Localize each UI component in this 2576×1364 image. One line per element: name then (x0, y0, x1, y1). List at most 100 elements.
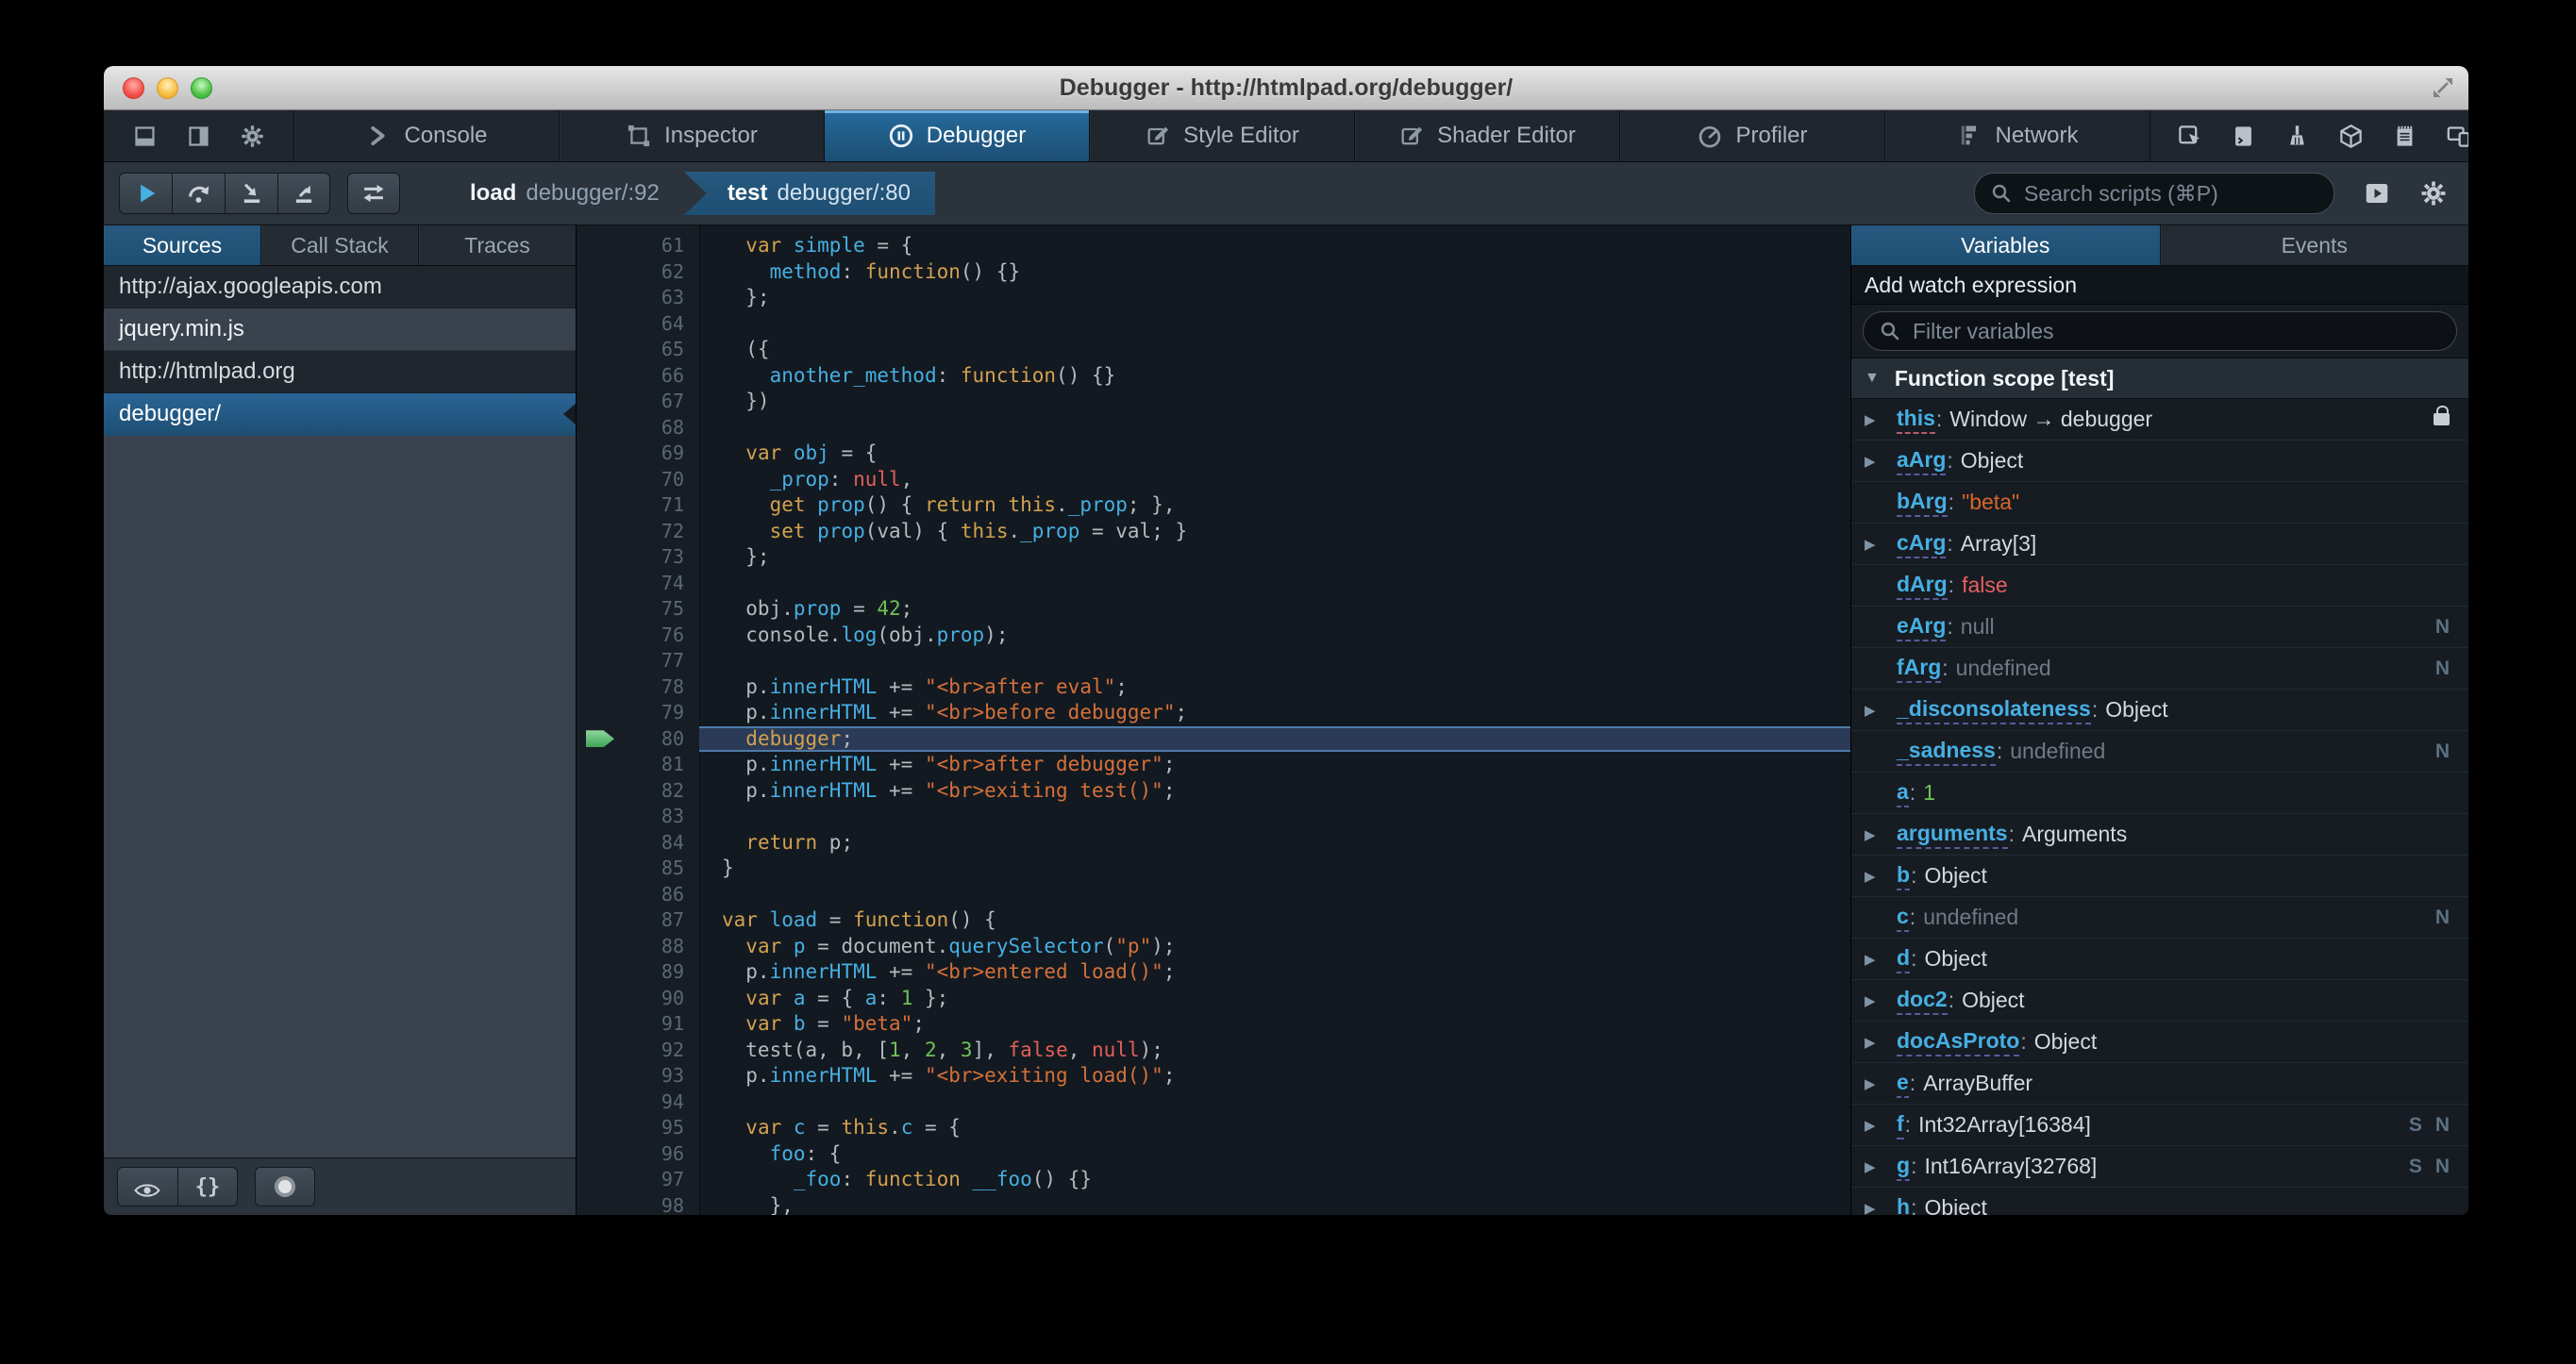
variable-value[interactable]: 1 (1923, 780, 1935, 806)
panel-tab-variables[interactable]: Variables (1851, 225, 2161, 265)
code-line-95[interactable]: 95 var c = this.c = { (577, 1115, 1850, 1141)
variable-name[interactable]: aArg (1897, 447, 1947, 475)
expand-arrow-icon[interactable]: ▶ (1865, 1117, 1897, 1134)
line-number[interactable]: 88 (577, 934, 699, 960)
code-line-82[interactable]: 82 p.innerHTML += "<br>exiting test()"; (577, 778, 1850, 805)
variable-value[interactable]: Arguments (2022, 822, 2127, 847)
line-number[interactable]: 81 (577, 752, 699, 778)
expand-arrow-icon[interactable]: ▶ (1865, 1034, 1897, 1051)
source-item[interactable]: debugger/ (104, 393, 576, 436)
tab-network[interactable]: Network (1885, 110, 2150, 161)
scope-header[interactable]: ▼ Function scope [test] (1851, 358, 2468, 399)
line-number[interactable]: 93 (577, 1063, 699, 1090)
tab-inspector[interactable]: Inspector (560, 110, 825, 161)
pause-on-exceptions-button[interactable] (255, 1167, 315, 1206)
line-number[interactable]: 76 (577, 623, 699, 649)
source-item[interactable]: http://ajax.googleapis.com (104, 266, 576, 308)
code-line-74[interactable]: 74 (577, 571, 1850, 597)
variable-value[interactable]: undefined (1923, 905, 2018, 930)
code-line-93[interactable]: 93 p.innerHTML += "<br>exiting load()"; (577, 1063, 1850, 1090)
variable-row[interactable]: fArg: undefined N (1851, 648, 2468, 690)
expand-arrow-icon[interactable]: ▶ (1865, 951, 1897, 968)
line-number[interactable]: 94 (577, 1090, 699, 1116)
variable-name[interactable]: dArg (1897, 572, 1948, 600)
split-console-icon[interactable] (2231, 124, 2256, 149)
variable-row[interactable]: ▶ docAsProto: Object (1851, 1022, 2468, 1063)
variable-value[interactable]: Object (2105, 697, 2167, 723)
expand-arrow-icon[interactable]: ▶ (1865, 1075, 1897, 1092)
variable-value[interactable]: Object (1924, 863, 1986, 889)
scratchpad-icon[interactable] (2392, 124, 2417, 149)
source-item[interactable]: jquery.min.js (104, 308, 576, 351)
line-number[interactable]: 91 (577, 1011, 699, 1038)
tab-style-editor[interactable]: Style Editor (1090, 110, 1355, 161)
variable-name[interactable]: this (1897, 406, 1935, 434)
variable-row[interactable]: ▶ d: Object (1851, 939, 2468, 980)
variable-row[interactable]: ▶ _disconsolateness: Object (1851, 690, 2468, 731)
toggle-panes-button[interactable] (2363, 179, 2391, 208)
tab-console[interactable]: Console (294, 110, 560, 161)
line-number[interactable]: 90 (577, 986, 699, 1012)
code-line-84[interactable]: 84 return p; (577, 830, 1850, 857)
variable-name[interactable]: cArg (1897, 530, 1947, 558)
tab-profiler[interactable]: Profiler (1620, 110, 1885, 161)
code-line-76[interactable]: 76 console.log(obj.prop); (577, 623, 1850, 649)
search-scripts-input[interactable] (2022, 179, 2333, 208)
variable-row[interactable]: ▶ f: Int32Array[16384] S N (1851, 1105, 2468, 1146)
line-number[interactable]: 87 (577, 907, 699, 934)
expand-arrow-icon[interactable]: ▶ (1865, 702, 1897, 719)
variable-row[interactable]: ▶ aArg: Object (1851, 441, 2468, 482)
code-line-86[interactable]: 86 (577, 882, 1850, 908)
line-number[interactable]: 79 (577, 700, 699, 726)
line-number[interactable]: 71 (577, 492, 699, 519)
expand-arrow-icon[interactable]: ▶ (1865, 536, 1897, 553)
variable-row[interactable]: bArg: "beta" (1851, 482, 2468, 524)
variable-row[interactable]: ▶ arguments: Arguments (1851, 814, 2468, 856)
line-number[interactable]: 70 (577, 467, 699, 493)
responsive-mode-icon[interactable] (2446, 124, 2468, 149)
line-number[interactable]: 66 (577, 363, 699, 390)
variable-name[interactable]: eArg (1897, 613, 1947, 641)
variable-row[interactable]: a:1 (1851, 773, 2468, 814)
variable-value[interactable]: Int32Array[16384] (1918, 1112, 2091, 1138)
line-number[interactable]: 75 (577, 596, 699, 623)
variable-name[interactable]: e (1897, 1070, 1909, 1098)
variable-row[interactable]: ▶ cArg: Array[3] (1851, 524, 2468, 565)
step-out-button[interactable] (277, 173, 330, 214)
line-number[interactable]: 61 (577, 233, 699, 259)
resize-grip-icon[interactable] (2429, 74, 2457, 102)
code-line-66[interactable]: 66 another_method: function() {} (577, 363, 1850, 390)
code-line-67[interactable]: 67 }) (577, 389, 1850, 415)
expand-arrow-icon[interactable]: ▶ (1865, 1200, 1897, 1216)
variable-value[interactable]: Object (1961, 448, 2023, 474)
variable-value[interactable]: Window → debugger (1949, 407, 2152, 432)
line-number[interactable]: 86 (577, 882, 699, 908)
expand-arrow-icon[interactable]: ▶ (1865, 453, 1897, 470)
step-over-button[interactable] (172, 173, 225, 214)
line-number[interactable]: 89 (577, 959, 699, 986)
line-number[interactable]: 97 (577, 1167, 699, 1193)
line-number[interactable]: 96 (577, 1141, 699, 1168)
code-line-87[interactable]: 87 var load = function() { (577, 907, 1850, 934)
expand-arrow-icon[interactable]: ▶ (1865, 826, 1897, 843)
variable-value[interactable]: Object (1962, 988, 2024, 1013)
expand-arrow-icon[interactable]: ▶ (1865, 411, 1897, 428)
step-in-button[interactable] (225, 173, 277, 214)
code-line-98[interactable]: 98 }, (577, 1193, 1850, 1216)
code-line-70[interactable]: 70 _prop: null, (577, 467, 1850, 493)
variable-value[interactable]: null (1961, 614, 1995, 640)
code-line-96[interactable]: 96 foo: { (577, 1141, 1850, 1168)
code-line-71[interactable]: 71 get prop() { return this._prop; }, (577, 492, 1850, 519)
variable-name[interactable]: _sadness (1897, 738, 1996, 766)
variable-row[interactable]: c: undefined N (1851, 897, 2468, 939)
code-line-64[interactable]: 64 (577, 311, 1850, 338)
expand-arrow-icon[interactable]: ▶ (1865, 992, 1897, 1009)
code-line-72[interactable]: 72 set prop(val) { this._prop = val; } (577, 519, 1850, 545)
variable-value[interactable]: undefined (1956, 656, 2051, 681)
dock-bottom-icon[interactable] (132, 124, 158, 149)
variable-value[interactable]: "beta" (1962, 490, 2019, 515)
sidebar-tab-traces[interactable]: Traces (419, 225, 576, 265)
add-watch-expression[interactable]: Add watch expression (1851, 266, 2468, 305)
variable-value[interactable]: Array[3] (1961, 531, 2037, 557)
code-line-75[interactable]: 75 obj.prop = 42; (577, 596, 1850, 623)
